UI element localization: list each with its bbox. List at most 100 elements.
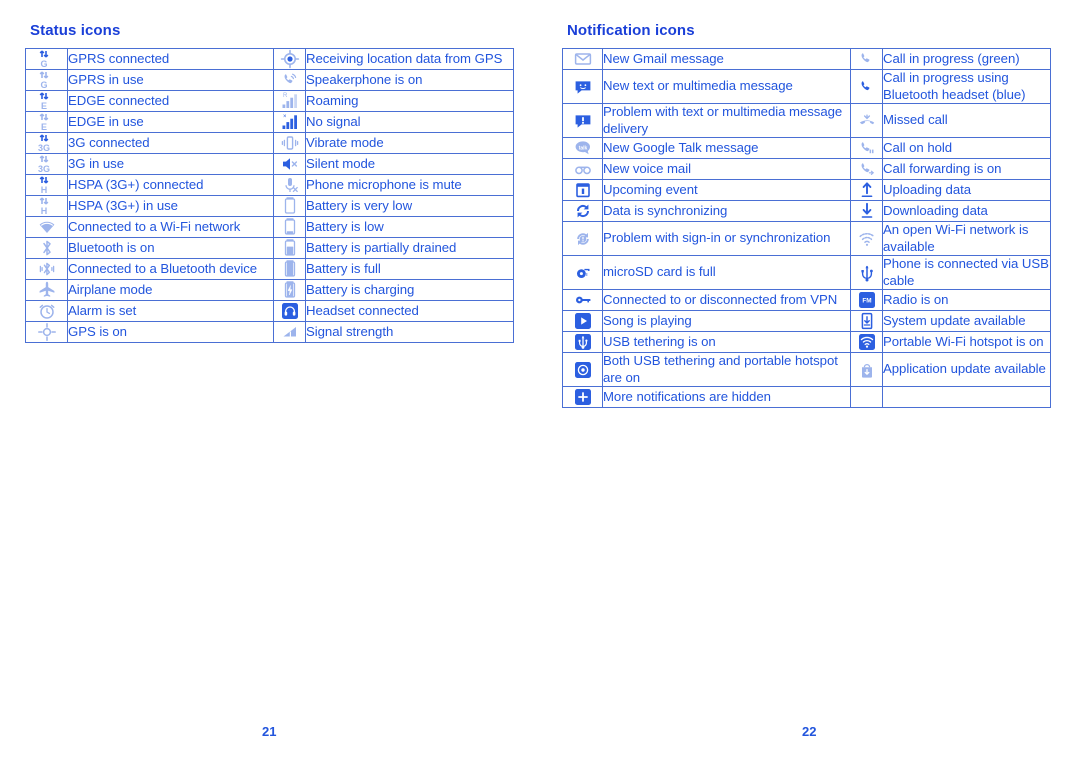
headset-icon <box>280 301 300 321</box>
battery-partial-icon <box>280 238 300 258</box>
system-update-icon-cell <box>850 310 883 332</box>
battery-full-icon <box>280 259 300 279</box>
icon-description: Problem with text or multimedia message … <box>602 103 851 138</box>
table-row: E EDGE connected R Roaming <box>25 90 514 112</box>
gprs-in-use-icon-cell: G <box>25 69 68 91</box>
table-row: Alarm is set Headset connected <box>25 300 514 322</box>
battery-low-icon-cell <box>273 216 306 238</box>
microphone-mute-icon-cell <box>273 174 306 196</box>
call-forwarding-icon-cell <box>850 158 883 180</box>
icon-description: Battery is very low <box>305 195 514 217</box>
icon-description: 3G in use <box>67 153 274 175</box>
battery-charging-icon-cell <box>273 279 306 301</box>
sms-message-icon-cell <box>562 69 603 104</box>
table-row: GPS is on Signal strength <box>25 321 514 343</box>
icon-description: Receiving location data from GPS <box>305 48 514 70</box>
speakerphone-icon <box>280 70 300 90</box>
call-in-progress-icon <box>857 49 877 69</box>
table-row: Upcoming event Uploading data <box>562 179 1051 201</box>
google-talk-icon: talk <box>573 138 593 158</box>
icon-description: Vibrate mode <box>305 132 514 154</box>
icon-description: GPS is on <box>67 321 274 343</box>
notification-icons-column: Notification icons New Gmail message Call… <box>562 0 1062 408</box>
icon-description: Speakerphone is on <box>305 69 514 91</box>
icon-description: Connected to a Wi-Fi network <box>67 216 274 238</box>
icon-description: HSPA (3G+) in use <box>67 195 274 217</box>
call-forwarding-icon <box>857 159 877 179</box>
table-row: Airplane mode Battery is charging <box>25 279 514 301</box>
icon-description: No signal <box>305 111 514 133</box>
voicemail-icon <box>573 159 593 179</box>
vpn-key-icon <box>573 290 593 310</box>
status-icons-heading: Status icons <box>30 22 121 39</box>
download-icon <box>857 201 877 221</box>
svg-text:R: R <box>283 93 288 99</box>
icon-description: Battery is charging <box>305 279 514 301</box>
icon-description: System update available <box>882 310 1051 332</box>
icon-description: Missed call <box>882 103 1051 138</box>
table-row: Connected to or disconnected from VPN FM R… <box>562 289 1051 311</box>
icon-description: New Google Talk message <box>602 137 851 159</box>
icon-description: EDGE connected <box>67 90 274 112</box>
roaming-icon: R <box>280 91 300 111</box>
icon-description: Upcoming event <box>602 179 851 201</box>
gmail-icon-cell <box>562 48 603 70</box>
radio-fm-icon: FM <box>857 290 877 310</box>
signal-strength-icon-cell <box>273 321 306 343</box>
icon-description: Bluetooth is on <box>67 237 274 259</box>
icon-description: 3G connected <box>67 132 274 154</box>
no-signal-icon-cell: × <box>273 111 306 133</box>
icon-description: microSD card is full <box>602 255 851 290</box>
svg-text:FM: FM <box>862 298 871 305</box>
bluetooth-connected-icon-cell <box>25 258 68 280</box>
table-row: Bluetooth is on Battery is partially drai… <box>25 237 514 259</box>
three-g-connected-icon-cell: 3G <box>25 132 68 154</box>
usb-tethering-icon-cell <box>562 331 603 353</box>
svg-text:E: E <box>40 122 46 132</box>
usb-tethering-icon <box>573 332 593 352</box>
icon-description: Headset connected <box>305 300 514 322</box>
notification-icons-heading: Notification icons <box>567 22 695 39</box>
music-play-icon <box>573 311 593 331</box>
icon-description: Roaming <box>305 90 514 112</box>
icon-description: Data is synchronizing <box>602 200 851 222</box>
gmail-icon <box>573 49 593 69</box>
usb-icon-cell <box>850 255 883 290</box>
icon-description: Portable Wi-Fi hotspot is on <box>882 331 1051 353</box>
upload-icon <box>857 180 877 200</box>
roaming-icon-cell: R <box>273 90 306 112</box>
bluetooth-on-icon <box>37 238 57 258</box>
table-row: 3G 3G in use Silent mode <box>25 153 514 175</box>
manual-page: Status icons G GPRS connected Receiving lo… <box>0 0 1080 767</box>
hspa-connected-icon-cell: H <box>25 174 68 196</box>
svg-text:3G: 3G <box>37 164 49 174</box>
wifi-connected-icon-cell <box>25 216 68 238</box>
system-update-icon <box>857 311 877 331</box>
sync-problem-icon <box>573 229 593 249</box>
gprs-connected-icon: G <box>37 49 57 69</box>
icon-description: Battery is partially drained <box>305 237 514 259</box>
gprs-in-use-icon: G <box>37 70 57 90</box>
hspa-in-use-icon-cell: H <box>25 195 68 217</box>
sms-message-icon <box>573 77 593 97</box>
gps-location-icon <box>280 49 300 69</box>
battery-full-icon-cell <box>273 258 306 280</box>
three-g-connected-icon: 3G <box>37 133 57 153</box>
status-icons-column: Status icons G GPRS connected Receiving lo… <box>25 0 525 343</box>
icon-description: Phone microphone is mute <box>305 174 514 196</box>
table-row: G GPRS in use Speakerphone is on <box>25 69 514 91</box>
svg-text:3G: 3G <box>37 143 49 153</box>
upload-icon-cell <box>850 179 883 201</box>
table-row: New Gmail message Call in progress (green… <box>562 48 1051 70</box>
table-row: New text or multimedia message Call in pr… <box>562 69 1051 104</box>
vibrate-mode-icon-cell <box>273 132 306 154</box>
table-row: Song is playing System update available <box>562 310 1051 332</box>
headset-icon-cell <box>273 300 306 322</box>
call-bluetooth-icon <box>857 77 877 97</box>
message-problem-icon <box>573 111 593 131</box>
portable-hotspot-icon <box>857 332 877 352</box>
speakerphone-icon-cell <box>273 69 306 91</box>
vpn-key-icon-cell <box>562 289 603 311</box>
icon-description: Battery is low <box>305 216 514 238</box>
svg-text:H: H <box>40 206 47 216</box>
